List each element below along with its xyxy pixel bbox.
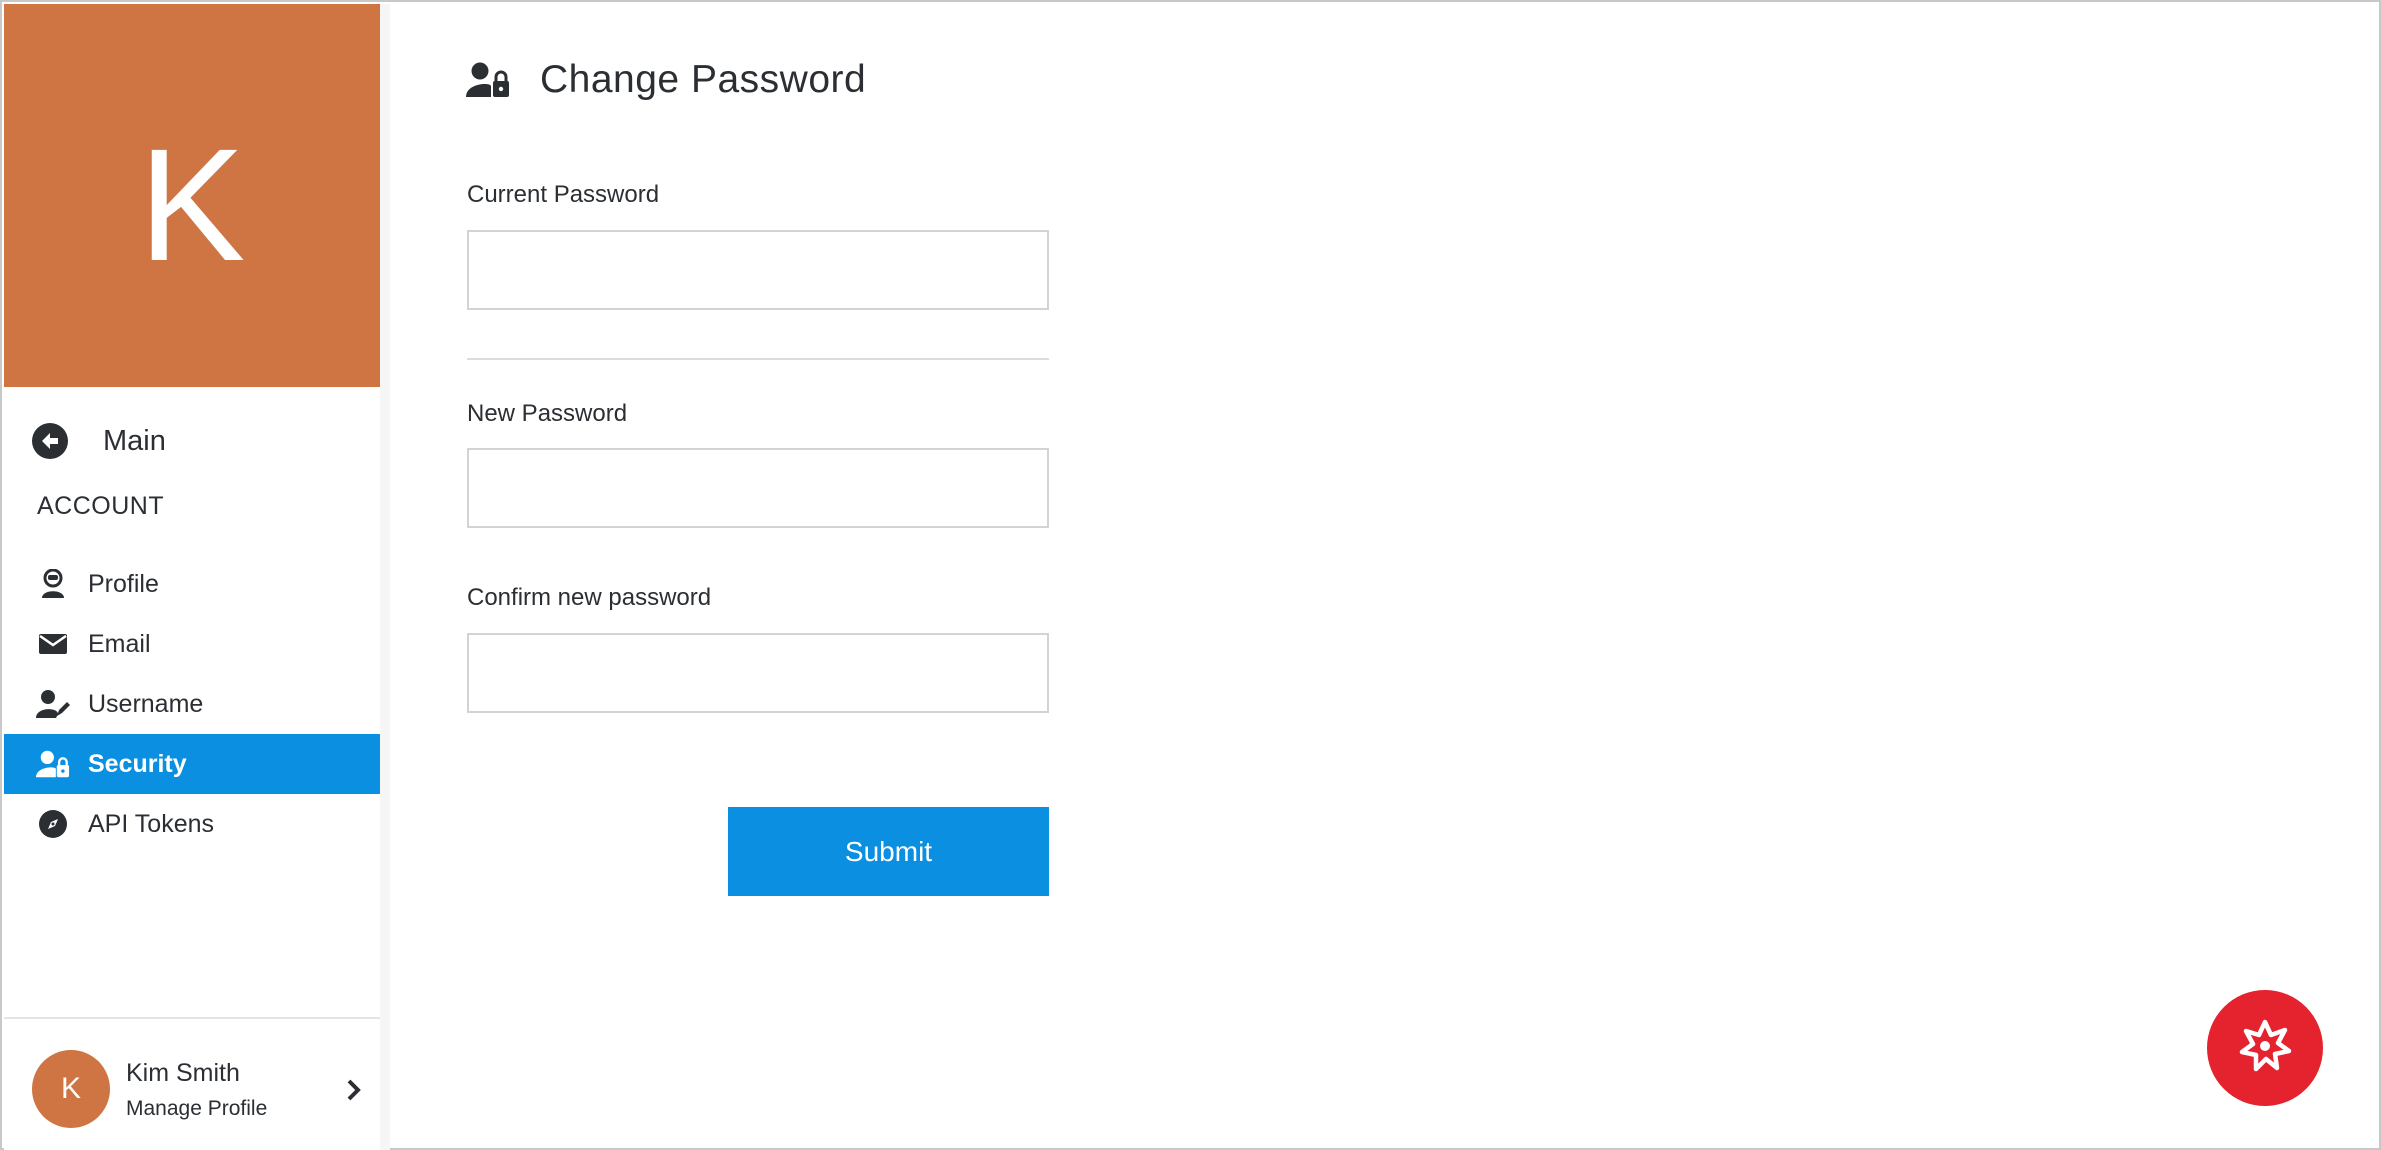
sidebar: K Main ACCOUNT Profile Email Username Se…	[4, 4, 390, 1150]
confirm-password-label: Confirm new password	[467, 584, 712, 611]
user-name: Kim Smith	[126, 1059, 240, 1087]
section-heading-account: ACCOUNT	[37, 492, 165, 520]
sidebar-item-label: Profile	[88, 569, 159, 598]
sidebar-item-profile[interactable]: Profile	[4, 554, 380, 614]
sidebar-item-label: Security	[88, 749, 187, 778]
nav-main-link[interactable]: Main	[32, 420, 362, 462]
profile-footer[interactable]: K Kim Smith Manage Profile	[4, 1017, 380, 1150]
current-password-field[interactable]	[467, 230, 1049, 310]
avatar-initial: K	[138, 114, 246, 294]
starburst-help-icon	[2232, 1013, 2298, 1084]
compass-icon	[36, 807, 70, 841]
user-edit-icon	[36, 687, 70, 721]
current-password-label: Current Password	[467, 181, 660, 208]
arrow-left-circle-icon	[32, 423, 68, 459]
sidebar-item-email[interactable]: Email	[4, 614, 380, 674]
new-password-field[interactable]	[467, 448, 1049, 528]
nav-main-label: Main	[103, 424, 166, 457]
profile-avatar-banner: K	[4, 4, 380, 387]
page-header: Change Password	[466, 58, 866, 102]
manage-profile-link[interactable]: Manage Profile	[126, 1097, 267, 1121]
help-button[interactable]	[2207, 990, 2323, 1106]
account-nav: Profile Email Username Security API Toke…	[4, 554, 380, 854]
user-lock-icon	[36, 747, 70, 781]
avatar: K	[32, 1050, 110, 1128]
user-badge-icon	[36, 567, 70, 601]
sidebar-item-label: API Tokens	[88, 809, 215, 838]
sidebar-item-security[interactable]: Security	[4, 734, 380, 794]
sidebar-item-username[interactable]: Username	[4, 674, 380, 734]
submit-button[interactable]: Submit	[728, 807, 1049, 896]
app-window: K Main ACCOUNT Profile Email Username Se…	[0, 0, 2381, 1150]
sidebar-item-label: Email	[88, 629, 151, 658]
page-title: Change Password	[540, 58, 867, 101]
user-lock-icon	[466, 60, 514, 100]
sidebar-item-api-tokens[interactable]: API Tokens	[4, 794, 380, 854]
chevron-right-icon[interactable]	[340, 1075, 368, 1105]
divider	[467, 358, 1049, 360]
sidebar-item-label: Username	[88, 689, 204, 718]
envelope-icon	[36, 627, 70, 661]
confirm-password-field[interactable]	[467, 633, 1049, 713]
new-password-label: New Password	[467, 400, 628, 427]
main-content: Change Password Current Password New Pas…	[390, 4, 2377, 1146]
